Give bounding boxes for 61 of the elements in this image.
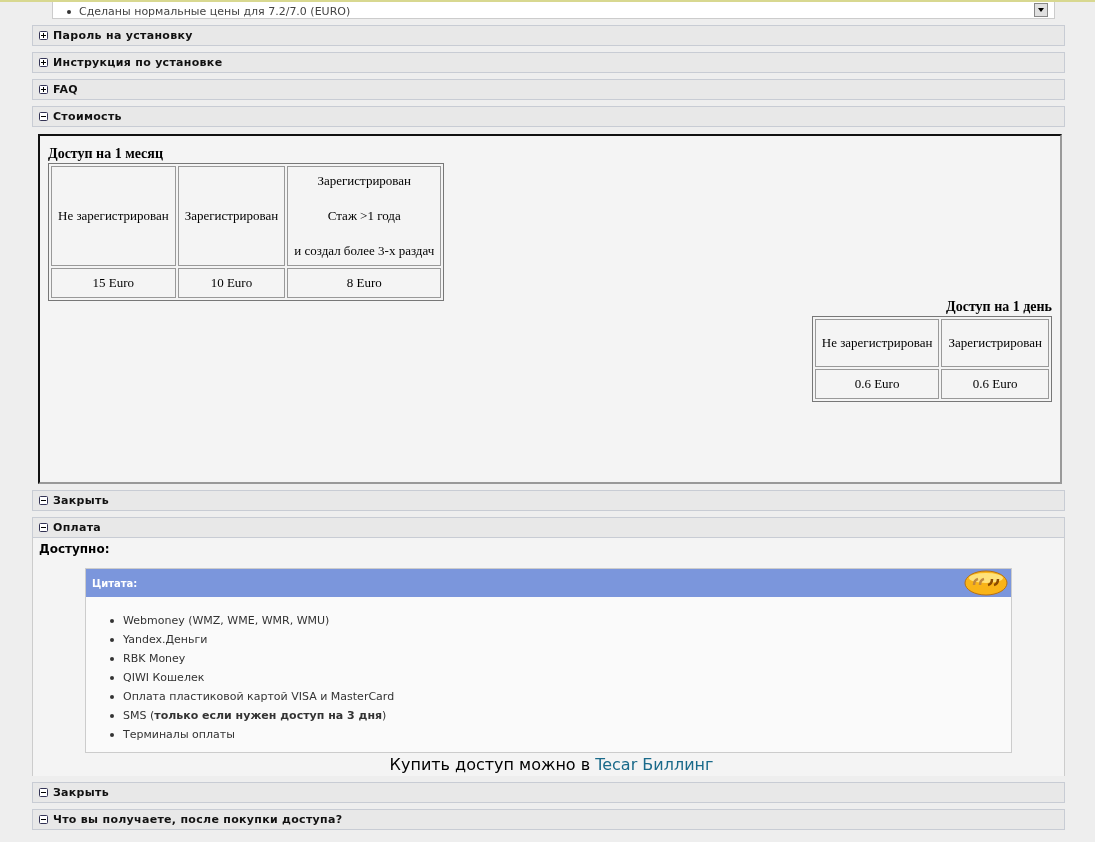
bullet-icon bbox=[110, 675, 114, 680]
payment-method: Оплата пластиковой картой VISA и MasterCard bbox=[123, 689, 395, 705]
table-caption: Доступ на 1 день bbox=[946, 299, 1052, 315]
bullet-icon bbox=[110, 637, 114, 642]
section-title: FAQ bbox=[53, 83, 79, 96]
payment-method: Yandex.Деньги bbox=[123, 632, 208, 648]
payment-method: Webmoney (WMZ, WME, WMR, WMU) bbox=[123, 613, 330, 629]
minus-icon[interactable] bbox=[39, 496, 48, 505]
minus-icon[interactable] bbox=[39, 523, 48, 532]
section-header[interactable]: FAQ bbox=[32, 79, 1065, 100]
table-cell: Зарегистрирован bbox=[177, 166, 286, 266]
billing-link[interactable]: Tecar Биллинг bbox=[595, 755, 714, 774]
table-cell: 8 Euro bbox=[287, 268, 442, 298]
cell-line: и создал более 3-х раздач bbox=[294, 243, 435, 259]
section-title: Оплата bbox=[53, 521, 102, 534]
table-cell: Не зарегистрирован bbox=[51, 166, 176, 266]
available-label: Доступно: bbox=[39, 542, 111, 556]
payment-method: RBK Money bbox=[123, 651, 186, 667]
table-cell: Не зарегистрирован bbox=[814, 319, 940, 367]
table-cell: 10 Euro bbox=[177, 268, 286, 298]
plus-icon[interactable] bbox=[39, 85, 48, 94]
table-cell: 0.6 Euro bbox=[814, 369, 940, 399]
scroll-down-button[interactable] bbox=[1034, 3, 1048, 17]
minus-icon[interactable] bbox=[39, 788, 48, 797]
quote-icon[interactable] bbox=[964, 570, 1008, 596]
buy-text: Купить доступ можно в bbox=[389, 755, 591, 774]
section-title: Закрыть bbox=[53, 494, 109, 507]
table-cell: 15 Euro bbox=[51, 268, 176, 298]
bullet-icon bbox=[67, 9, 71, 14]
plus-icon[interactable] bbox=[39, 58, 48, 67]
bullet-icon bbox=[110, 656, 114, 661]
bullet-icon bbox=[110, 694, 114, 699]
table-cell: Зарегистрирован bbox=[941, 319, 1049, 367]
down-arrow-icon bbox=[1038, 8, 1044, 12]
payment-method: Терминалы оплаты bbox=[123, 727, 235, 743]
bullet-icon bbox=[110, 618, 114, 623]
section-header[interactable]: Оплата bbox=[32, 517, 1065, 538]
section-header[interactable]: Стоимость bbox=[32, 106, 1065, 127]
bullet-icon bbox=[110, 713, 114, 718]
table-caption: Доступ на 1 месяц bbox=[48, 146, 163, 162]
section-header[interactable]: Пароль на установку bbox=[32, 25, 1065, 46]
cell-line: Стаж >1 года bbox=[326, 208, 402, 224]
plus-icon[interactable] bbox=[39, 31, 48, 40]
bullet-icon bbox=[110, 732, 114, 737]
table-cell: 0.6 Euro bbox=[941, 369, 1049, 399]
section-title: Пароль на установку bbox=[53, 29, 193, 42]
section-header[interactable]: Закрыть bbox=[32, 782, 1065, 803]
quote-title: Цитата: bbox=[92, 577, 138, 589]
minus-icon[interactable] bbox=[39, 112, 48, 121]
minus-icon[interactable] bbox=[39, 815, 48, 824]
payment-method: QIWI Кошелек bbox=[123, 670, 205, 686]
section-title: Стоимость bbox=[53, 110, 122, 123]
payment-method: SMS (только если нужен доступ на 3 дня) bbox=[123, 708, 387, 724]
changelog-item: Сделаны нормальные цены для 7.2/7.0 (EURO) bbox=[79, 5, 351, 18]
section-header[interactable]: Закрыть bbox=[32, 490, 1065, 511]
section-title: Закрыть bbox=[53, 786, 109, 799]
section-header[interactable]: Инструкция по установке bbox=[32, 52, 1065, 73]
section-header[interactable]: Что вы получаете, после покупки доступа? bbox=[32, 809, 1065, 830]
cell-line: Зарегистрирован bbox=[316, 173, 413, 189]
section-title: Инструкция по установке bbox=[53, 56, 223, 69]
section-title: Что вы получаете, после покупки доступа? bbox=[53, 813, 343, 826]
